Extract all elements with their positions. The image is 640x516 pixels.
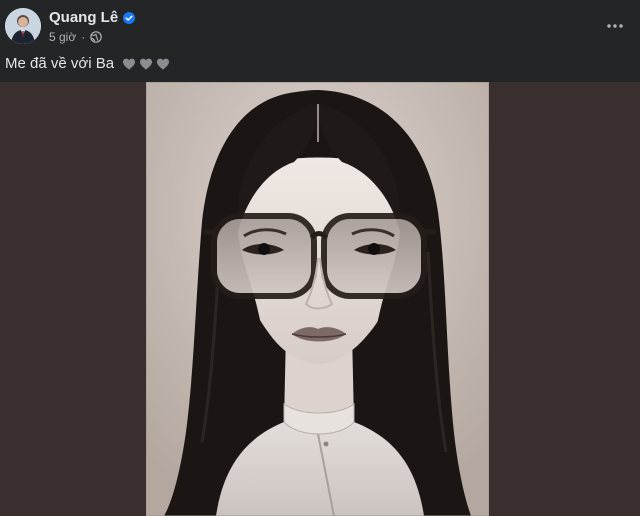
more-options-icon: [607, 24, 623, 28]
author-avatar[interactable]: [5, 8, 41, 44]
post-timestamp[interactable]: 5 giờ: [49, 30, 76, 44]
globe-icon[interactable]: [90, 31, 103, 43]
caption-text: Me đã về với Ba: [5, 55, 115, 72]
post-media: [0, 82, 640, 516]
more-options-button[interactable]: [604, 15, 626, 37]
grey-heart-icon: [157, 58, 170, 70]
post-header: Quang Lê 5 giờ ·: [0, 0, 640, 52]
meta-separator: ·: [81, 30, 86, 44]
feed-post: Quang Lê 5 giờ · Me đã về với Ba: [0, 0, 640, 516]
avatar-image: [5, 8, 41, 44]
verified-badge-icon: [123, 12, 136, 24]
portrait-photo: [146, 82, 489, 516]
grey-heart-icon: [123, 58, 136, 70]
post-caption: Me đã về với Ba: [5, 55, 170, 73]
author: Quang Lê: [49, 9, 136, 27]
post-photo[interactable]: [146, 82, 489, 516]
author-name[interactable]: Quang Lê: [49, 9, 118, 27]
grey-heart-icon: [140, 58, 153, 70]
post-meta: 5 giờ ·: [49, 30, 103, 44]
